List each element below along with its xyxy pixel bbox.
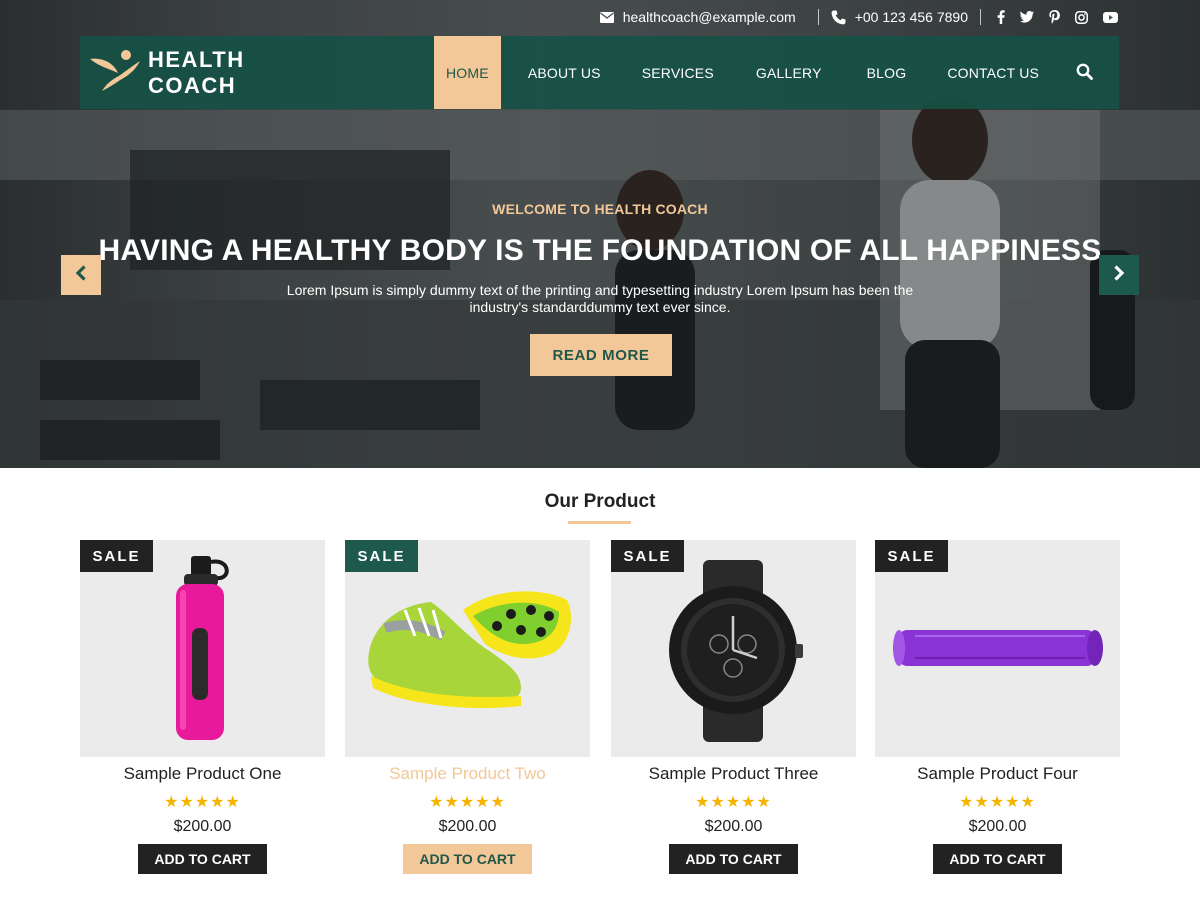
product-name[interactable]: Sample Product Three (611, 764, 856, 784)
logo-text: HEALTH COACH (148, 47, 245, 99)
social-links (997, 10, 1118, 24)
hero-kicker: WELCOME TO HEALTH COACH (492, 201, 708, 217)
hero-slider: healthcoach@example.com +00 123 456 7890 (0, 0, 1200, 468)
product-price: $200.00 (173, 818, 232, 835)
black-wrist-watch-image (669, 560, 803, 742)
title-underline (568, 521, 631, 524)
purple-yoga-mat-image (893, 630, 1103, 666)
product-image-frame[interactable] (345, 540, 590, 757)
youtube-icon[interactable] (1103, 11, 1118, 23)
logo-line-2: COACH (148, 72, 237, 98)
product-image-frame[interactable] (611, 540, 856, 757)
nav-item-contact-us[interactable]: CONTACT US (947, 36, 1039, 109)
nav-item-home[interactable]: HOME (434, 36, 501, 109)
envelope-icon (599, 11, 614, 23)
product-card-1: SALE Sample Product One ★★★★★ $200.00 AD… (80, 540, 325, 880)
add-to-cart-button[interactable]: ADD TO CART (138, 844, 267, 874)
leaf-figure-logo-icon (88, 47, 144, 98)
product-image-frame[interactable] (80, 540, 325, 757)
product-card-2: SALE Sample Product Two ★★★★★ $200.00 AD… (345, 540, 590, 880)
main-navbar: HEALTH COACH HOME ABOUT US SERVICES GALL… (80, 36, 1119, 109)
facebook-icon[interactable] (997, 10, 1005, 24)
slider-prev-button[interactable] (61, 255, 101, 295)
instagram-icon[interactable] (1075, 10, 1088, 24)
star-rating: ★★★★★ (429, 794, 506, 811)
sale-badge: SALE (80, 540, 153, 572)
add-to-cart-button[interactable]: ADD TO CART (933, 844, 1062, 874)
sale-badge: SALE (345, 540, 418, 572)
product-card-4: SALE Sample Product Four ★★★★★ $200.00 A… (875, 540, 1120, 880)
products-section-title: Our Product (544, 491, 656, 512)
logo-line-1: HEALTH (148, 46, 245, 72)
product-price: $200.00 (704, 818, 763, 835)
chevron-right-icon (1113, 264, 1125, 286)
phone-contact[interactable]: +00 123 456 7890 (831, 9, 968, 25)
email-contact[interactable]: healthcoach@example.com (599, 9, 796, 25)
search-icon[interactable] (1076, 63, 1093, 85)
phone-icon (831, 10, 846, 25)
product-name[interactable]: Sample Product Two (345, 764, 590, 784)
product-name[interactable]: Sample Product Four (875, 764, 1120, 784)
divider (817, 9, 819, 25)
twitter-icon[interactable] (1020, 11, 1034, 23)
product-name[interactable]: Sample Product One (80, 764, 325, 784)
star-rating: ★★★★★ (959, 794, 1036, 811)
nav-item-gallery[interactable]: GALLERY (756, 36, 822, 109)
email-text[interactable]: healthcoach@example.com (623, 9, 796, 25)
chevron-left-icon (75, 264, 87, 286)
read-more-button[interactable]: READ MORE (530, 334, 672, 376)
site-logo[interactable]: HEALTH COACH (88, 47, 418, 99)
hero-headline: HAVING A HEALTHY BODY IS THE FOUNDATION … (98, 234, 1102, 267)
star-rating: ★★★★★ (164, 794, 241, 811)
slider-next-button[interactable] (1099, 255, 1139, 295)
add-to-cart-button[interactable]: ADD TO CART (669, 844, 798, 874)
product-card-3: SALE Sample Product Three ★★★★★ $200.00 … (611, 540, 856, 880)
nav-item-blog[interactable]: BLOG (867, 36, 907, 109)
green-running-shoe-image (368, 591, 571, 708)
nav-item-about-us[interactable]: ABOUT US (528, 36, 601, 109)
divider (980, 9, 981, 25)
phone-text[interactable]: +00 123 456 7890 (855, 9, 968, 25)
hero-subtext: Lorem Ipsum is simply dummy text of the … (286, 282, 914, 315)
pink-water-bottle-image (176, 556, 229, 740)
main-menu: HOME ABOUT US SERVICES GALLERY BLOG CONT… (422, 36, 1039, 109)
add-to-cart-button[interactable]: ADD TO CART (403, 844, 532, 874)
top-contact-bar: healthcoach@example.com +00 123 456 7890 (599, 0, 1118, 34)
pinterest-icon[interactable] (1049, 10, 1060, 24)
product-image-frame[interactable] (875, 540, 1120, 757)
star-rating: ★★★★★ (695, 794, 772, 811)
product-price: $200.00 (438, 818, 497, 835)
nav-item-services[interactable]: SERVICES (642, 36, 714, 109)
sale-badge: SALE (875, 540, 948, 572)
product-price: $200.00 (968, 818, 1027, 835)
sale-badge: SALE (611, 540, 684, 572)
